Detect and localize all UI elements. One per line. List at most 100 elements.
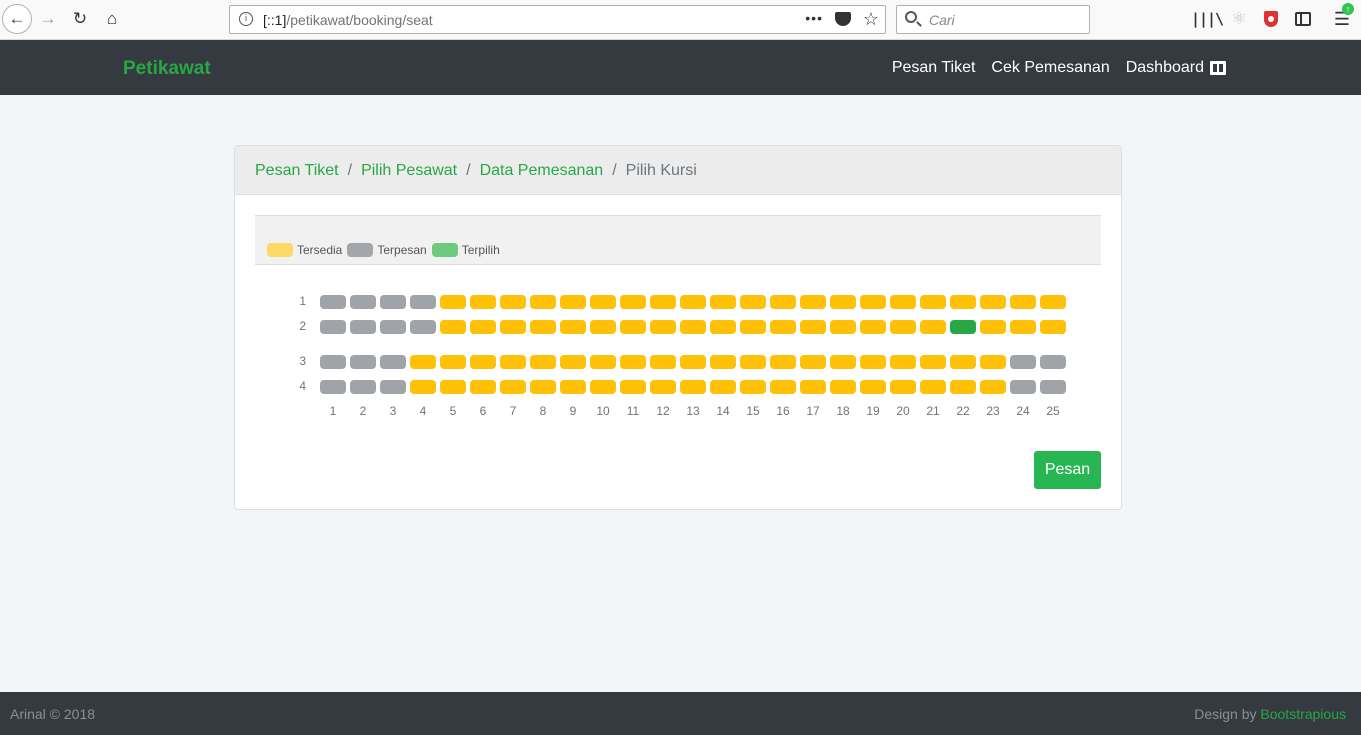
seat-1-19[interactable] <box>860 295 886 309</box>
seat-1-16[interactable] <box>770 295 796 309</box>
seat-1-15[interactable] <box>740 295 766 309</box>
page-actions-icon[interactable]: ••• <box>805 10 823 26</box>
seat-2-9[interactable] <box>560 320 586 334</box>
seat-1-22[interactable] <box>950 295 976 309</box>
seat-4-16[interactable] <box>770 380 796 394</box>
seat-3-23[interactable] <box>980 355 1006 369</box>
seat-1-11[interactable] <box>620 295 646 309</box>
seat-3-17[interactable] <box>800 355 826 369</box>
seat-3-20[interactable] <box>890 355 916 369</box>
seat-4-6[interactable] <box>470 380 496 394</box>
seat-2-23[interactable] <box>980 320 1006 334</box>
seat-2-7[interactable] <box>500 320 526 334</box>
seat-4-22[interactable] <box>950 380 976 394</box>
forward-arrow-icon[interactable]: → <box>34 5 62 33</box>
seat-2-12[interactable] <box>650 320 676 334</box>
seat-3-6[interactable] <box>470 355 496 369</box>
info-icon[interactable]: i <box>239 12 253 26</box>
seat-3-9[interactable] <box>560 355 586 369</box>
seat-1-10[interactable] <box>590 295 616 309</box>
seat-2-6[interactable] <box>470 320 496 334</box>
seat-2-19[interactable] <box>860 320 886 334</box>
seat-1-23[interactable] <box>980 295 1006 309</box>
seat-4-18[interactable] <box>830 380 856 394</box>
seat-3-12[interactable] <box>650 355 676 369</box>
seat-1-5[interactable] <box>440 295 466 309</box>
seat-1-8[interactable] <box>530 295 556 309</box>
footer-bootstrapious-link[interactable]: Bootstrapious <box>1260 706 1346 722</box>
seat-4-20[interactable] <box>890 380 916 394</box>
seat-2-24[interactable] <box>1010 320 1036 334</box>
nav-link-pesan-tiket[interactable]: Pesan Tiket <box>892 59 976 77</box>
url-text[interactable]: [::1]/petikawat/booking/seat <box>263 12 433 28</box>
seat-1-17[interactable] <box>800 295 826 309</box>
react-devtools-icon[interactable]: ⚛ <box>1228 8 1250 30</box>
shield-icon[interactable] <box>1260 8 1282 30</box>
seat-1-25[interactable] <box>1040 295 1066 309</box>
seat-3-4[interactable] <box>410 355 436 369</box>
seat-1-6[interactable] <box>470 295 496 309</box>
seat-4-23[interactable] <box>980 380 1006 394</box>
reload-icon[interactable]: ↻ <box>66 5 94 33</box>
breadcrumb-data-pemesanan[interactable]: Data Pemesanan <box>480 162 604 194</box>
breadcrumb-pilih-pesawat[interactable]: Pilih Pesawat <box>361 162 457 194</box>
seat-3-10[interactable] <box>590 355 616 369</box>
seat-1-9[interactable] <box>560 295 586 309</box>
seat-3-22[interactable] <box>950 355 976 369</box>
pesan-button[interactable]: Pesan <box>1034 451 1101 489</box>
seat-4-12[interactable] <box>650 380 676 394</box>
seat-2-16[interactable] <box>770 320 796 334</box>
seat-4-8[interactable] <box>530 380 556 394</box>
seat-1-20[interactable] <box>890 295 916 309</box>
seat-3-8[interactable] <box>530 355 556 369</box>
bookmark-star-icon[interactable]: ☆ <box>863 9 879 30</box>
seat-2-11[interactable] <box>620 320 646 334</box>
seat-2-25[interactable] <box>1040 320 1066 334</box>
seat-4-21[interactable] <box>920 380 946 394</box>
seat-3-18[interactable] <box>830 355 856 369</box>
seat-2-10[interactable] <box>590 320 616 334</box>
seat-2-22[interactable] <box>950 320 976 334</box>
back-arrow-icon[interactable]: ← <box>2 4 32 34</box>
pocket-icon[interactable] <box>835 12 851 26</box>
seat-2-21[interactable] <box>920 320 946 334</box>
seat-4-10[interactable] <box>590 380 616 394</box>
seat-4-5[interactable] <box>440 380 466 394</box>
seat-3-15[interactable] <box>740 355 766 369</box>
seat-1-13[interactable] <box>680 295 706 309</box>
brand-logo[interactable]: Petikawat <box>123 58 211 80</box>
nav-link-dashboard[interactable]: Dashboard <box>1126 59 1226 77</box>
seat-1-21[interactable] <box>920 295 946 309</box>
seat-4-14[interactable] <box>710 380 736 394</box>
seat-1-14[interactable] <box>710 295 736 309</box>
seat-3-21[interactable] <box>920 355 946 369</box>
seat-3-13[interactable] <box>680 355 706 369</box>
seat-1-18[interactable] <box>830 295 856 309</box>
search-input[interactable]: Cari <box>896 5 1090 34</box>
seat-4-4[interactable] <box>410 380 436 394</box>
seat-1-12[interactable] <box>650 295 676 309</box>
seat-2-17[interactable] <box>800 320 826 334</box>
seat-3-19[interactable] <box>860 355 886 369</box>
nav-link-cek-pemesanan[interactable]: Cek Pemesanan <box>991 59 1109 77</box>
seat-4-9[interactable] <box>560 380 586 394</box>
seat-2-13[interactable] <box>680 320 706 334</box>
home-icon[interactable]: ⌂ <box>98 5 126 33</box>
seat-4-7[interactable] <box>500 380 526 394</box>
seat-4-17[interactable] <box>800 380 826 394</box>
seat-2-18[interactable] <box>830 320 856 334</box>
seat-1-7[interactable] <box>500 295 526 309</box>
seat-1-24[interactable] <box>1010 295 1036 309</box>
seat-2-15[interactable] <box>740 320 766 334</box>
seat-3-7[interactable] <box>500 355 526 369</box>
seat-4-15[interactable] <box>740 380 766 394</box>
seat-4-19[interactable] <box>860 380 886 394</box>
seat-4-11[interactable] <box>620 380 646 394</box>
seat-2-20[interactable] <box>890 320 916 334</box>
seat-2-8[interactable] <box>530 320 556 334</box>
seat-4-13[interactable] <box>680 380 706 394</box>
seat-2-14[interactable] <box>710 320 736 334</box>
seat-3-16[interactable] <box>770 355 796 369</box>
seat-3-14[interactable] <box>710 355 736 369</box>
seat-3-5[interactable] <box>440 355 466 369</box>
